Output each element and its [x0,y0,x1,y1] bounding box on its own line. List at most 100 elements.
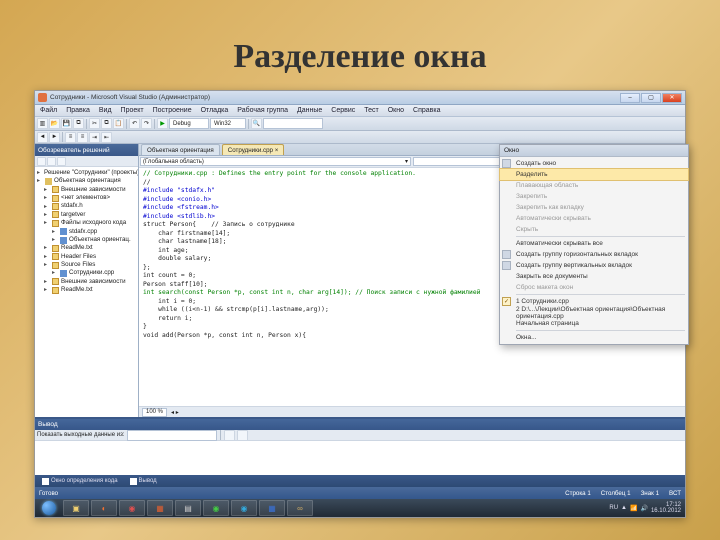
find-icon[interactable]: 🔍 [251,118,262,129]
solution-explorer: Обозреватель решений ▸Решение "Сотрудник… [35,144,139,417]
menu-проект[interactable]: Проект [118,107,147,114]
undo-icon[interactable]: ↶ [129,118,140,129]
menu-сервис[interactable]: Сервис [328,107,358,114]
tree-item[interactable]: ▸stdafx.cpp [36,228,137,236]
task-explorer[interactable]: ▣ [63,500,89,516]
output-body[interactable] [35,441,685,475]
tree-item[interactable]: ▸targetver [36,211,137,219]
status-ins: ВСТ [669,490,681,497]
tray-lang[interactable]: RU [609,505,618,511]
tree-item[interactable]: ▸Внешние зависимости [36,278,137,286]
indent-icon[interactable]: ⇥ [89,132,100,143]
open-icon[interactable]: 📂 [49,118,60,129]
output-source-combo[interactable] [127,430,217,441]
solution-tree[interactable]: ▸Решение "Сотрудники" (проекты)▸Объектна… [35,167,138,417]
task-notepad[interactable]: ▤ [175,500,201,516]
redo-icon[interactable]: ↷ [141,118,152,129]
task-utorrent[interactable]: ◉ [203,500,229,516]
solution-explorer-title: Обозреватель решений [35,144,138,156]
tray-flag-icon[interactable]: ▲ [621,505,627,511]
status-char: Знак 1 [641,490,659,497]
menu-рабочая группа[interactable]: Рабочая группа [234,107,291,114]
menu-построение[interactable]: Построение [150,107,195,114]
maximize-button[interactable]: ▢ [641,93,661,103]
start-button[interactable] [37,500,61,516]
window-menu-item[interactable]: Создать окно [500,158,688,169]
window-menu-item[interactable]: Окна... [500,332,688,343]
copy-icon[interactable]: ⧉ [101,118,112,129]
tree-item[interactable]: ▸Решение "Сотрудники" (проекты) [36,169,137,177]
output-clear-icon[interactable] [224,430,235,441]
tree-item[interactable]: ▸Source Files [36,261,137,269]
vs-app-icon [38,93,47,102]
menu-тест[interactable]: Тест [361,107,381,114]
refresh-icon[interactable] [57,157,66,166]
menu-окно[interactable]: Окно [385,107,407,114]
status-line: Строка 1 [565,490,591,497]
task-firefox[interactable]: ◐ [91,500,117,516]
window-menu-item[interactable]: Создать группу вертикальных вкладок [500,260,688,271]
task-powerpoint[interactable]: ▦ [147,500,173,516]
tree-item[interactable]: ▸Внешние зависимости [36,186,137,194]
platform-combo[interactable]: Win32 [210,118,246,129]
tree-item[interactable]: ▸Объектная ориентация [36,177,137,185]
task-visualstudio[interactable]: ∞ [287,500,313,516]
menu-правка[interactable]: Правка [63,107,93,114]
tree-item[interactable]: ▸Сотрудники.cpp [36,269,137,277]
outdent-icon[interactable]: ⇤ [101,132,112,143]
bottom-tab[interactable]: Окно определения кода [38,477,122,486]
paste-icon[interactable]: 📋 [113,118,124,129]
tree-item[interactable]: ▸ReadMe.txt [36,244,137,252]
window-menu-item[interactable]: Создать группу горизонтальных вкладок [500,249,688,260]
tree-item[interactable]: ▸Файлы исходного кода [36,219,137,227]
task-skype[interactable]: ◉ [231,500,257,516]
nav-forward-icon[interactable]: ► [49,132,60,143]
comment-icon[interactable]: ≡ [65,132,76,143]
menu-вид[interactable]: Вид [96,107,115,114]
output-wrap-icon[interactable] [237,430,248,441]
menu-отладка[interactable]: Отладка [198,107,232,114]
menu-данные[interactable]: Данные [294,107,325,114]
task-word[interactable]: ▦ [259,500,285,516]
window-menu-item[interactable]: 2 D:\...\Лекции\Объектная ориентация\Объ… [500,307,688,318]
minimize-button[interactable]: – [620,93,640,103]
show-all-icon[interactable] [47,157,56,166]
uncomment-icon[interactable]: ≡ [77,132,88,143]
output-title: Вывод [35,419,685,430]
config-combo[interactable]: Debug [169,118,209,129]
start-debug-icon[interactable]: ▶ [157,118,168,129]
tree-item[interactable]: ▸Header Files [36,253,137,261]
tray-network-icon[interactable]: 📶 [630,505,637,512]
menu-справка[interactable]: Справка [410,107,443,114]
tray-clock[interactable]: 17:12 16.10.2012 [651,502,681,514]
scope-combo[interactable]: (Глобальная область)▾ [140,157,411,166]
save-icon[interactable]: 💾 [61,118,72,129]
find-combo[interactable] [263,118,323,129]
menu-item-icon [502,261,511,270]
window-menu-item[interactable]: Автоматически скрывать все [500,238,688,249]
task-chrome[interactable]: ◉ [119,500,145,516]
cut-icon[interactable]: ✂ [89,118,100,129]
menu-item-icon [502,250,511,259]
vs-titlebar: Сотрудники - Microsoft Visual Studio (Ад… [35,91,685,105]
bottom-tab[interactable]: Вывод [126,477,161,486]
menubar: ФайлПравкаВидПроектПостроениеОтладкаРабо… [35,105,685,117]
tree-item[interactable]: ▸<нет элементов> [36,194,137,202]
tree-item[interactable]: ▸ReadMe.txt [36,286,137,294]
properties-icon[interactable] [37,157,46,166]
window-menu-item[interactable]: Начальная страница [500,318,688,329]
tree-item[interactable]: ▸Объектная ориентац. [36,236,137,244]
menu-item-icon [502,159,511,168]
close-button[interactable]: ✕ [662,93,682,103]
save-all-icon[interactable]: ⧉ [73,118,84,129]
zoom-combo[interactable]: 100 % [142,408,167,417]
new-project-icon[interactable]: ▥ [37,118,48,129]
tree-item[interactable]: ▸stdafx.h [36,202,137,210]
menu-файл[interactable]: Файл [37,107,60,114]
window-menu-item[interactable]: Закрыть все документы [500,271,688,282]
window-menu-item[interactable]: Разделить [500,169,688,180]
tray-volume-icon[interactable]: 🔊 [640,505,647,512]
editor-tab[interactable]: Сотрудники.cpp × [222,144,285,155]
editor-tab[interactable]: Объектная ориентация [141,144,220,155]
nav-back-icon[interactable]: ◄ [37,132,48,143]
